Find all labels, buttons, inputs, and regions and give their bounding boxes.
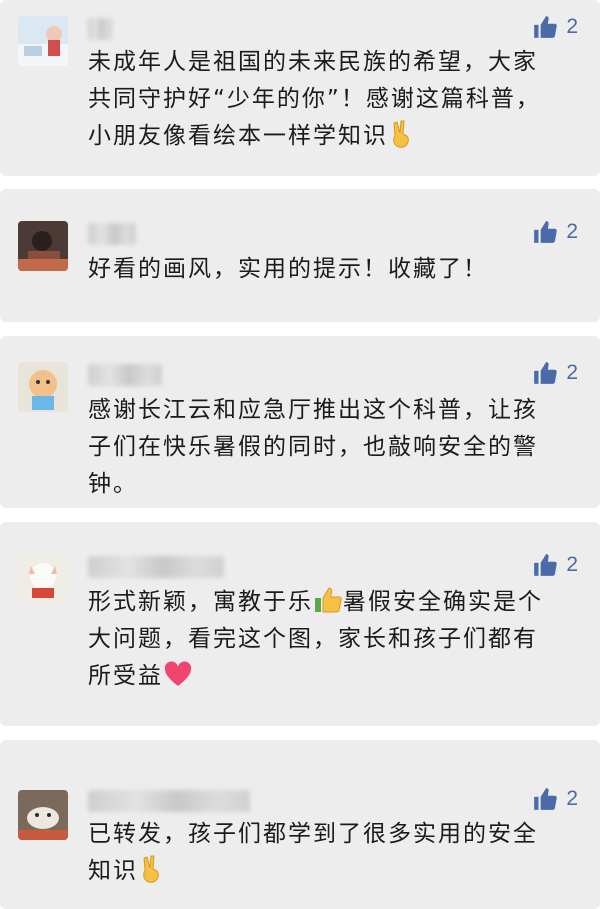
thumbs-up-icon [534,221,558,243]
like-button[interactable]: 2 [532,360,578,386]
thumbs-up-icon [534,788,558,810]
like-count: 2 [566,553,578,576]
victory-hand-emoji [388,119,418,149]
comment-text: 感谢长江云和应急厅推出这个科普，让孩 子们在快乐暑假的同时，也敲响安全的警 钟。 [88,397,538,497]
avatar[interactable] [18,16,68,66]
username-blurred [88,556,224,578]
username-blurred [88,18,112,40]
avatar[interactable] [18,362,68,412]
username-blurred [88,790,250,812]
like-count: 2 [566,15,578,38]
like-button[interactable]: 2 [532,552,578,578]
comment-text: 好看的画风，实用的提示！收藏了！ [88,256,488,282]
comment-card: 2 形式新颖，寓教于乐 暑假安全确实是个 大问题，看完这个图，家长和孩子们都有 所… [0,522,600,726]
comment-card: 2 感谢长江云和应急厅推出这个科普，让孩 子们在快乐暑假的同时，也敲响安全的警 … [0,336,600,508]
heart-emoji [163,659,193,689]
comment-card: 2 已转发，孩子们都学到了很多实用的安全 知识 [0,740,600,909]
avatar[interactable] [18,221,68,271]
like-button[interactable]: 2 [532,786,578,812]
victory-hand-emoji [138,854,168,884]
avatar[interactable] [18,790,68,840]
like-count: 2 [566,220,578,243]
comment-card: 2 未成年人是祖国的未来民族的希望，大家 共同守护好“少年的你”！感谢这篇科普，… [0,0,600,176]
like-count: 2 [566,361,578,384]
comment-text: 未成年人是祖国的未来民族的希望，大家 共同守护好“少年的你”！感谢这篇科普， 小… [88,49,541,149]
comment-card: 2 好看的画风，实用的提示！收藏了！ [0,189,600,322]
thumbs-up-emoji [313,585,343,615]
thumbs-up-icon [534,16,558,38]
avatar[interactable] [18,554,68,604]
comment-text: 已转发，孩子们都学到了很多实用的安全 知识 [88,821,538,884]
like-button[interactable]: 2 [532,219,578,245]
like-count: 2 [566,787,578,810]
like-button[interactable]: 2 [532,14,578,40]
comment-list: 2 未成年人是祖国的未来民族的希望，大家 共同守护好“少年的你”！感谢这篇科普，… [0,0,608,909]
username-blurred [88,223,136,245]
thumbs-up-icon [534,554,558,576]
comment-text: 形式新颖，寓教于乐 暑假安全确实是个 大问题，看完这个图，家长和孩子们都有 所受益 [88,584,578,695]
thumbs-up-icon [534,362,558,384]
username-blurred [88,364,162,386]
